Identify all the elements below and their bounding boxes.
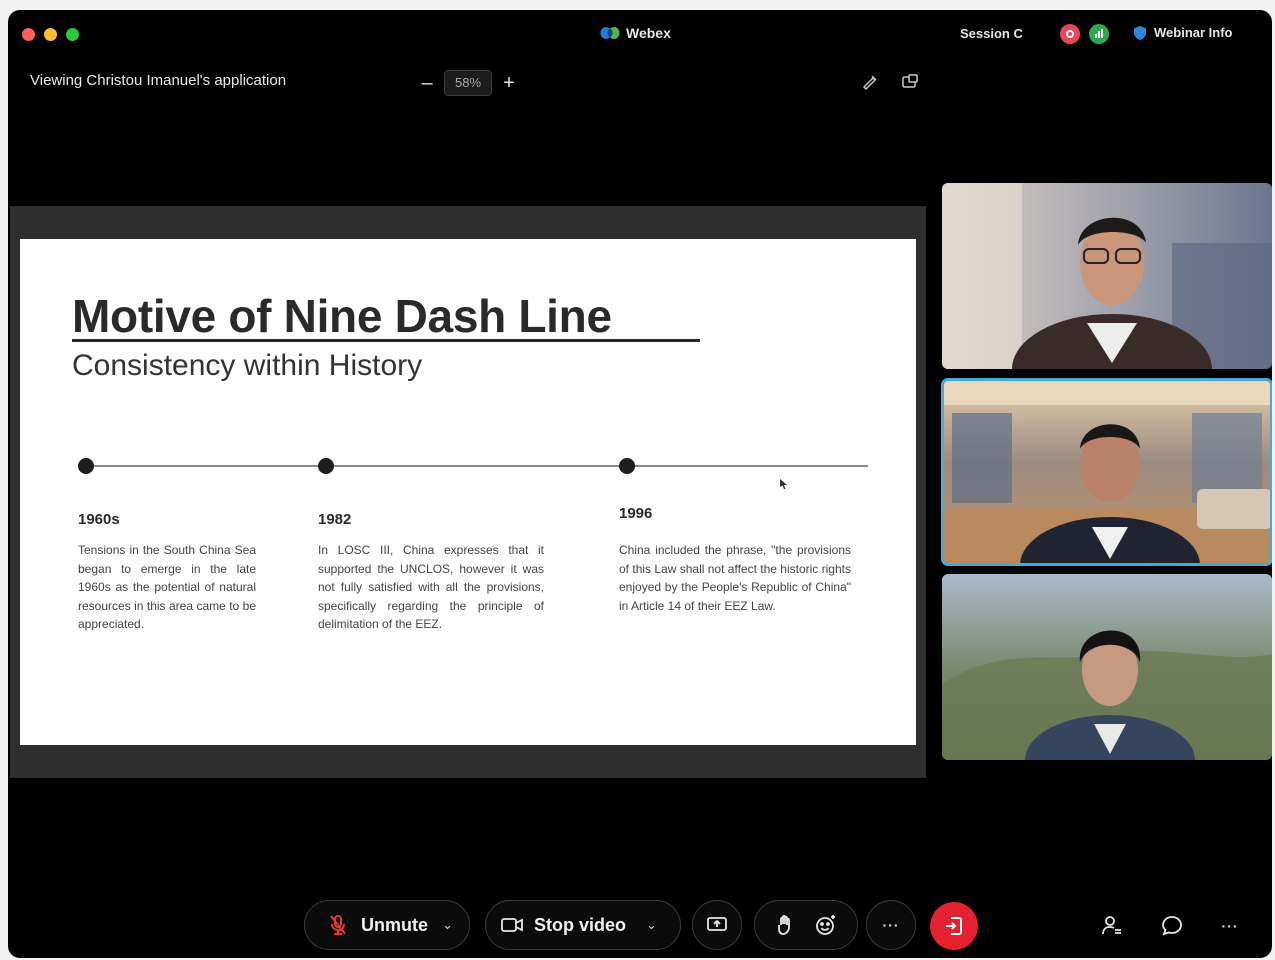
timeline-marker	[619, 458, 635, 474]
more-panels-button[interactable]: ···	[1216, 912, 1244, 940]
title-bar: Webex Session C Webinar Info	[8, 10, 1272, 58]
chat-panel-button[interactable]	[1158, 912, 1186, 940]
unmute-label: Unmute	[361, 914, 428, 935]
minimize-window-button[interactable]	[44, 28, 57, 41]
share-content-button[interactable]	[692, 900, 742, 950]
stop-video-button[interactable]: Stop video ⌄	[485, 900, 681, 950]
webex-window: Webex Session C Webinar Info Viewing Chr…	[8, 10, 1272, 958]
unmute-button[interactable]: Unmute ⌄	[304, 900, 470, 950]
raise-hand-icon[interactable]	[775, 914, 795, 936]
more-options-icon: ···	[882, 917, 900, 933]
more-options-button[interactable]: ···	[866, 900, 916, 950]
pop-out-share-icon[interactable]	[900, 72, 920, 92]
recording-indicator-icon[interactable]	[1060, 24, 1080, 44]
zoom-window-button[interactable]	[66, 28, 79, 41]
timeline-marker	[78, 458, 94, 474]
close-window-button[interactable]	[22, 28, 35, 41]
participants-panel-button[interactable]	[1098, 912, 1126, 940]
network-health-icon[interactable]	[1089, 24, 1109, 44]
stop-video-label: Stop video	[534, 914, 627, 935]
webinar-info-button[interactable]: Webinar Info	[1134, 25, 1232, 40]
session-label: Session C	[960, 26, 1023, 41]
timeline-year: 1960s	[78, 511, 120, 528]
app-name: Webex	[626, 25, 671, 41]
emoji-reaction-icon[interactable]	[814, 913, 838, 937]
zoom-controls: – 58% +	[420, 70, 516, 96]
chevron-down-icon[interactable]: ⌄	[442, 917, 453, 933]
title-underline	[72, 339, 700, 342]
timeline-description: Tensions in the South China Sea began to…	[78, 543, 256, 631]
webinar-info-label: Webinar Info	[1154, 25, 1233, 40]
participants-icon	[1102, 916, 1121, 935]
active-speaker-video-tile[interactable]	[941, 378, 1272, 566]
annotate-tool-icon[interactable]	[860, 72, 880, 92]
participant-video-tile[interactable]	[942, 183, 1272, 369]
leave-door-icon	[946, 917, 962, 935]
timeline-description: China included the phrase, "the provisio…	[619, 543, 851, 613]
slide-title: Motive of Nine Dash Line	[72, 290, 612, 342]
viewing-application-label: Viewing Christou Imanuel's application	[30, 72, 287, 89]
timeline-line	[86, 465, 868, 467]
webex-logo-icon	[600, 27, 620, 39]
timeline-description: In LOSC III, China expresses that it sup…	[318, 543, 544, 631]
timeline-marker	[318, 458, 334, 474]
share-screen-icon	[707, 917, 727, 931]
muted-microphone-icon	[330, 915, 346, 935]
participant-video-tile[interactable]	[942, 574, 1272, 760]
zoom-level-field[interactable]: 58%	[444, 70, 492, 96]
slide-subtitle: Consistency within History	[72, 349, 423, 382]
timeline-year: 1982	[318, 511, 352, 528]
shared-screen: Motive of Nine Dash Line Consistency wit…	[10, 206, 926, 778]
chat-bubble-icon	[1162, 916, 1182, 936]
zoom-out-button[interactable]: –	[420, 73, 434, 93]
app-title: Webex	[600, 25, 671, 41]
mouse-cursor-icon	[780, 479, 787, 489]
zoom-in-button[interactable]: +	[502, 73, 516, 93]
reactions-group	[754, 900, 858, 950]
timeline-year: 1996	[619, 505, 653, 522]
chevron-down-icon[interactable]: ⌄	[646, 917, 657, 933]
presentation-slide: Motive of Nine Dash Line Consistency wit…	[20, 239, 916, 745]
video-camera-icon	[501, 918, 523, 932]
shield-icon	[1134, 25, 1146, 40]
leave-meeting-button[interactable]	[930, 902, 978, 950]
ellipsis-icon: ···	[1221, 918, 1239, 934]
